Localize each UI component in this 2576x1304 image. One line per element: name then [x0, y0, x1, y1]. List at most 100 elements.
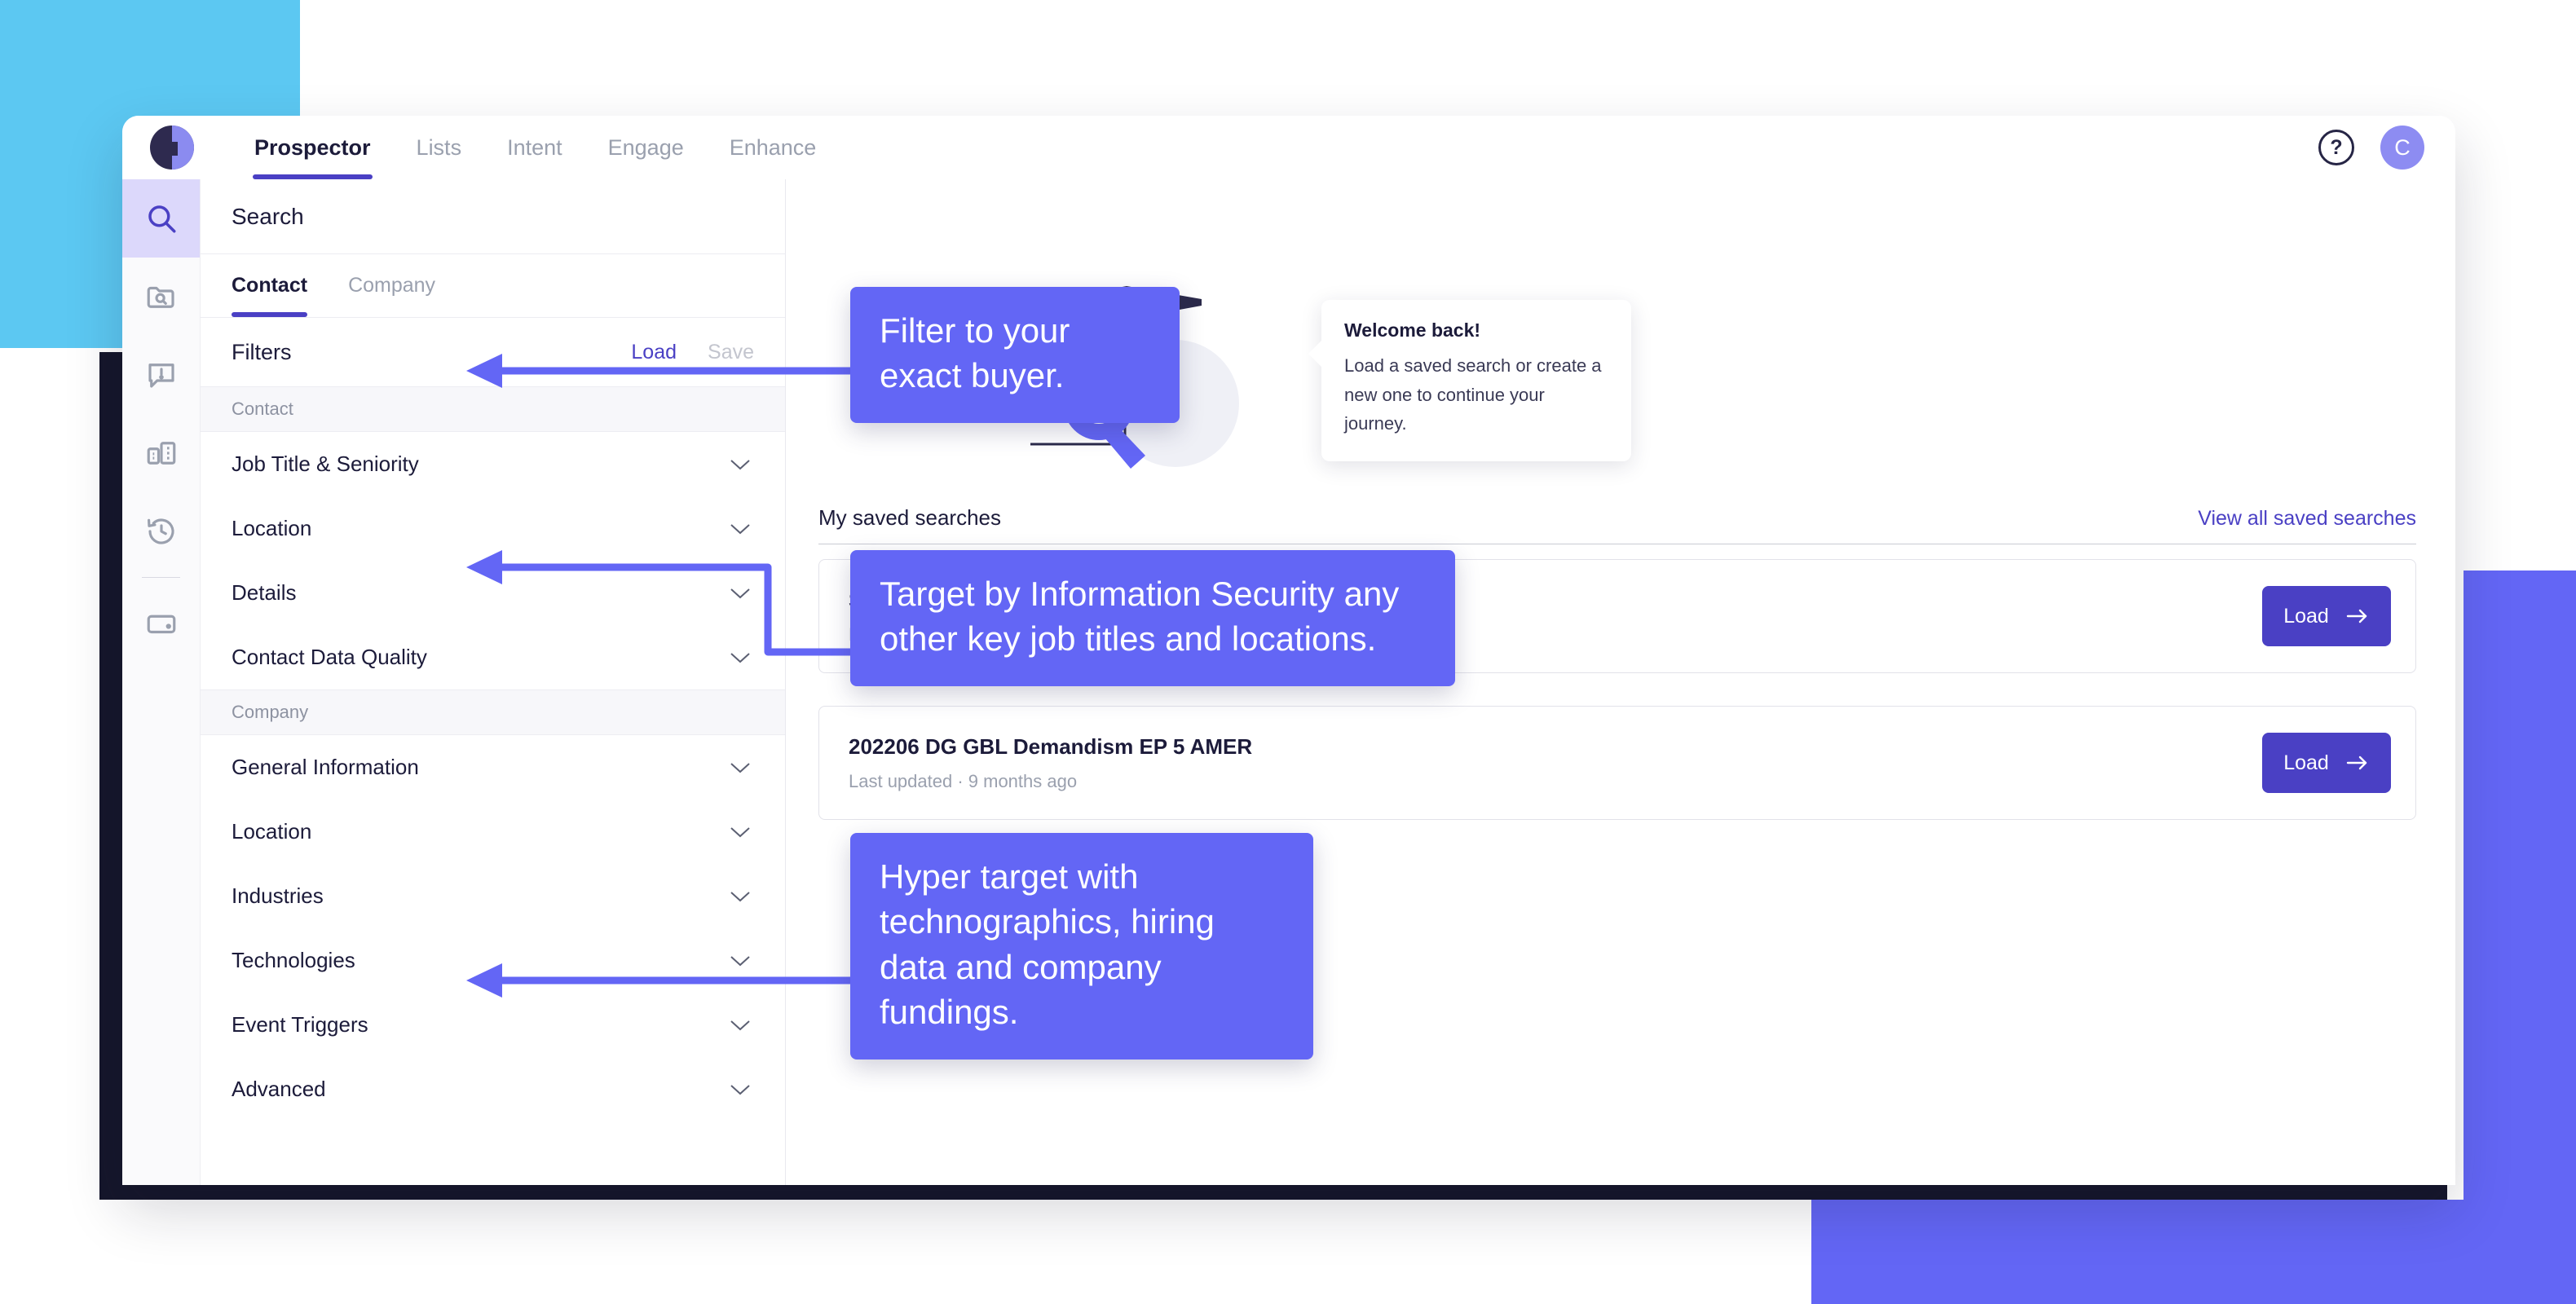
callout-filter-to-buyer: Filter to your exact buyer.: [850, 287, 1180, 423]
screenshot-stage: Prospector Lists Intent Engage Enhance ?: [0, 0, 2576, 1304]
nav-label: Intent: [507, 134, 562, 160]
search-label: Search: [232, 203, 304, 229]
filter-row-industries[interactable]: Industries: [201, 864, 785, 928]
rail-item-history[interactable]: [122, 492, 200, 570]
saved-searches-header: My saved searches View all saved searche…: [818, 505, 2416, 544]
callout-text: Filter to your exact buyer.: [880, 311, 1070, 395]
chevron-down-icon: [730, 459, 750, 469]
chevron-down-icon: [730, 1084, 750, 1095]
nav-label: Prospector: [254, 134, 371, 160]
filter-row-general-information[interactable]: General Information: [201, 735, 785, 800]
welcome-title: Welcome back!: [1344, 319, 1481, 341]
nav-item-engage[interactable]: Engage: [585, 116, 707, 179]
view-all-saved-searches-link[interactable]: View all saved searches: [2198, 507, 2416, 531]
filter-row-job-title-seniority[interactable]: Job Title & Seniority: [201, 432, 785, 496]
chevron-down-icon: [730, 1020, 750, 1030]
filter-label: Location: [232, 516, 312, 540]
filters-header: Filters Load Save: [201, 318, 785, 386]
saved-search-row[interactable]: 202206 DG GBL Demandism EP 5 AMER Last u…: [818, 706, 2416, 820]
tab-label: Company: [348, 273, 436, 297]
saved-search-name: 202206 DG GBL Demandism EP 5 AMER: [849, 734, 1253, 759]
nav-item-intent[interactable]: Intent: [484, 116, 585, 179]
filter-label: Contact Data Quality: [232, 645, 427, 669]
filter-label: Location: [232, 819, 312, 844]
welcome-card: Welcome back! Load a saved search or cre…: [1308, 300, 1631, 461]
filter-label: Event Triggers: [232, 1012, 368, 1037]
chevron-down-icon: [730, 891, 750, 901]
arrow-right-icon: [2346, 609, 2367, 623]
filter-row-event-triggers[interactable]: Event Triggers: [201, 993, 785, 1057]
filter-label: Job Title & Seniority: [232, 452, 419, 476]
history-clock-icon: [147, 518, 174, 544]
wallet-icon: [147, 615, 175, 634]
nav-item-enhance[interactable]: Enhance: [707, 116, 840, 179]
save-filters-button[interactable]: Save: [708, 341, 754, 364]
filter-label: Industries: [232, 883, 324, 908]
help-icon[interactable]: ?: [2318, 130, 2354, 165]
rail-item-billing[interactable]: [122, 584, 200, 663]
chevron-down-icon: [730, 826, 750, 837]
avatar-initial: C: [2394, 134, 2411, 160]
tab-label: Contact: [232, 273, 308, 297]
intent-speech-icon: [148, 363, 174, 388]
avatar[interactable]: C: [2380, 126, 2424, 170]
folder-search-icon: [147, 286, 174, 308]
nav-item-prospector[interactable]: Prospector: [232, 116, 394, 179]
chevron-down-icon: [730, 762, 750, 773]
filter-row-contact-location[interactable]: Location: [201, 496, 785, 561]
filter-row-company-location[interactable]: Location: [201, 800, 785, 864]
rail-item-intent[interactable]: [122, 336, 200, 414]
filter-label: Technologies: [232, 948, 355, 972]
top-navigation-bar: Prospector Lists Intent Engage Enhance ?: [122, 116, 2455, 179]
nav-label: Lists: [416, 134, 462, 160]
load-saved-search-button[interactable]: Load: [2262, 733, 2391, 793]
saved-search-meta: Last updated · 9 months ago: [849, 770, 1078, 791]
tab-company[interactable]: Company: [348, 253, 476, 317]
chevron-down-icon: [730, 652, 750, 663]
help-glyph: ?: [2330, 135, 2343, 159]
background-block-purple-bottom: [1811, 1200, 2576, 1304]
filter-row-technologies[interactable]: Technologies: [201, 928, 785, 993]
callout-text: Hyper target with technographics, hiring…: [880, 857, 1215, 1032]
welcome-card-tail: [1308, 339, 1323, 368]
callout-hyper-target: Hyper target with technographics, hiring…: [850, 833, 1313, 1060]
load-filters-button[interactable]: Load: [631, 341, 677, 364]
filter-label: General Information: [232, 755, 419, 779]
saved-search-info: 202206 DG GBL Demandism EP 5 AMER Last u…: [849, 734, 1252, 792]
tab-contact[interactable]: Contact: [232, 253, 348, 317]
welcome-body: Load a saved search or create a new one …: [1344, 355, 1602, 434]
filter-group-label-company: Company: [201, 689, 785, 735]
nav-item-lists[interactable]: Lists: [394, 116, 485, 179]
filters-actions: Load Save: [631, 341, 754, 364]
filter-row-contact-data-quality[interactable]: Contact Data Quality: [201, 625, 785, 689]
rail-item-search[interactable]: [122, 179, 200, 258]
buildings-icon: [147, 442, 175, 465]
left-icon-rail: [122, 179, 201, 1185]
load-saved-search-button[interactable]: Load: [2262, 586, 2391, 646]
arrow-right-icon: [2346, 756, 2367, 770]
filter-group-label-contact: Contact: [201, 386, 785, 432]
saved-searches-title: My saved searches: [818, 505, 1001, 530]
rail-item-saved-searches[interactable]: [122, 258, 200, 336]
filter-label: Details: [232, 580, 297, 605]
primary-nav: Prospector Lists Intent Engage Enhance: [232, 116, 839, 179]
chevron-down-icon: [730, 955, 750, 966]
background-block-purple-right: [2464, 570, 2576, 1304]
nav-label: Enhance: [729, 134, 817, 160]
rail-divider: [142, 577, 180, 578]
rail-item-companies[interactable]: [122, 414, 200, 492]
callout-text: Target by Information Security any other…: [880, 575, 1400, 659]
filter-label: Advanced: [232, 1077, 326, 1101]
entity-tabs: Contact Company: [201, 254, 785, 318]
load-button-label: Load: [2283, 604, 2329, 628]
callout-target-by-infosec: Target by Information Security any other…: [850, 550, 1455, 686]
chevron-down-icon: [730, 523, 750, 534]
filter-row-advanced[interactable]: Advanced: [201, 1057, 785, 1121]
search-heading: Search: [201, 179, 785, 254]
top-nav-actions: ? C: [2318, 126, 2424, 170]
nav-label: Engage: [607, 134, 684, 160]
filter-row-details[interactable]: Details: [201, 561, 785, 625]
filters-panel: Search Contact Company Filters Load Save: [201, 179, 786, 1185]
chevron-down-icon: [730, 588, 750, 598]
load-button-label: Load: [2283, 751, 2329, 774]
